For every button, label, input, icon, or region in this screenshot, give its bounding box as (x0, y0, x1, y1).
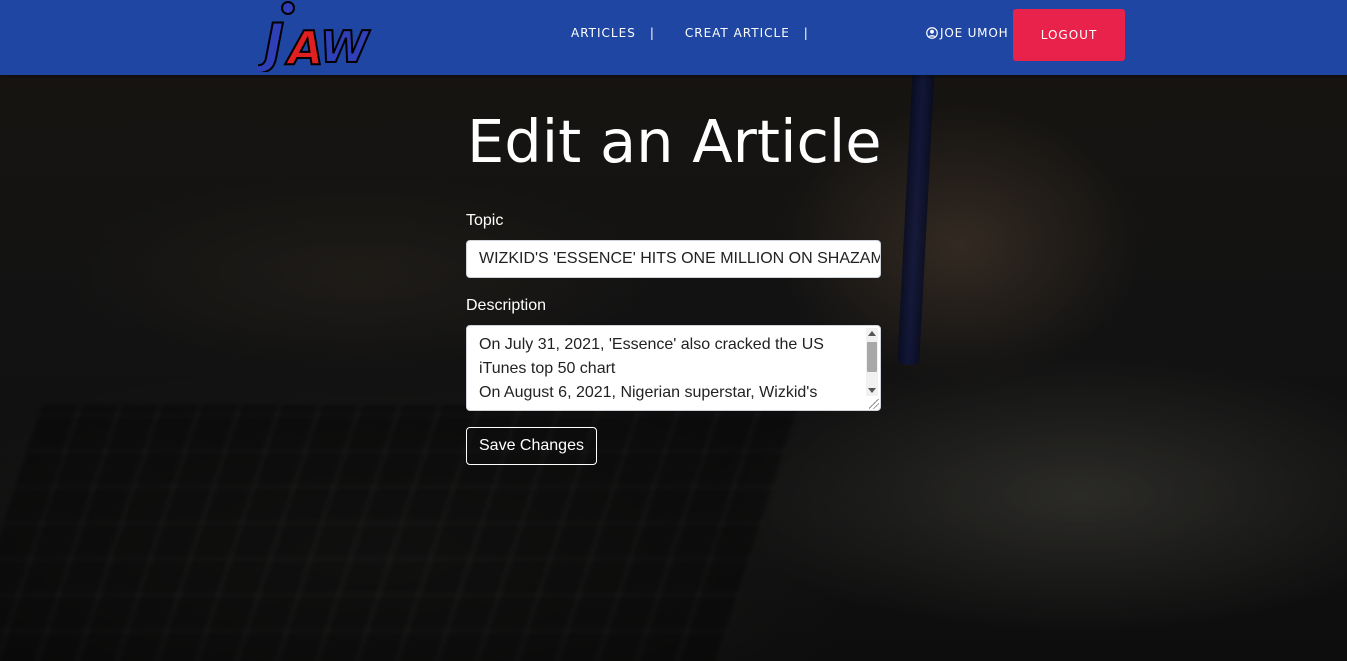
edit-article-form: Edit an Article Topic WIZKID'S 'ESSENCE'… (466, 100, 882, 465)
scroll-up-icon[interactable] (868, 331, 876, 336)
logout-button[interactable]: LOGOUT (1013, 9, 1125, 61)
topic-input[interactable]: WIZKID'S 'ESSENCE' HITS ONE MILLION ON S… (466, 240, 881, 278)
topic-label: Topic (466, 212, 504, 229)
logo-image: J A W (254, 1, 372, 76)
nav-separator: | (803, 26, 809, 40)
logo-letter-j: J (258, 12, 284, 72)
user-name: JOE UMOH (940, 26, 1009, 40)
nav-create-article-link[interactable]: CREAT ARTICLE (685, 26, 790, 40)
logo-letter-w: W (320, 22, 371, 72)
user-circle-icon (926, 27, 938, 39)
textarea-scrollbar[interactable] (866, 328, 878, 396)
jaw-logo[interactable]: J A W (254, 0, 378, 76)
save-changes-button[interactable]: Save Changes (466, 427, 597, 465)
description-text: On July 31, 2021, 'Essence' also cracked… (479, 336, 824, 401)
nav-articles-link[interactable]: ARTICLES (571, 26, 636, 40)
user-profile-link[interactable]: JOE UMOH (926, 26, 1008, 40)
page-title: Edit an Article (467, 107, 882, 176)
resize-handle-icon[interactable] (869, 399, 879, 409)
nav-links: ARTICLES | CREAT ARTICLE | (571, 26, 809, 40)
logo-letter-a: A (285, 21, 324, 72)
scroll-down-icon[interactable] (868, 388, 876, 393)
description-label: Description (466, 297, 547, 314)
description-textarea[interactable]: On July 31, 2021, 'Essence' also cracked… (466, 325, 881, 411)
navbar: J A W ARTICLES | CREAT ARTICLE | JOE UMO… (0, 0, 1347, 76)
nav-separator: | (649, 26, 655, 40)
scroll-thumb[interactable] (867, 342, 877, 372)
